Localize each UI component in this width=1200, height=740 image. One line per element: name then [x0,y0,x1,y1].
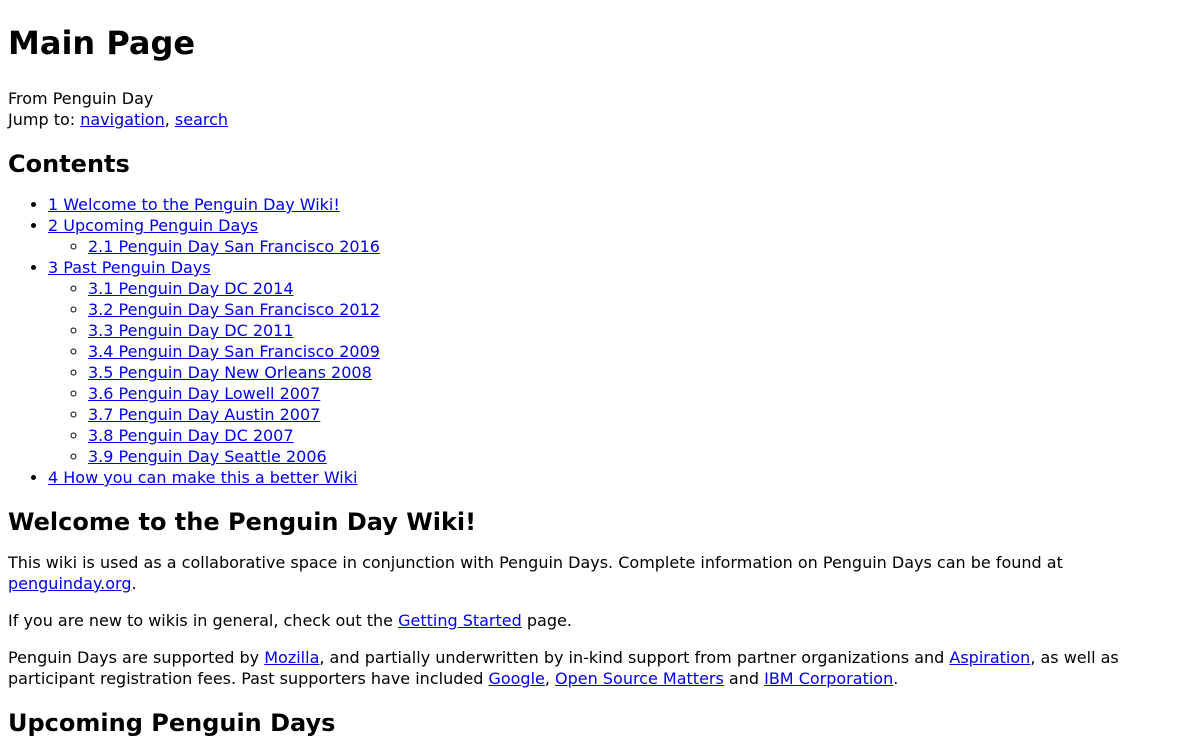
jump-search-link[interactable]: search [175,110,228,129]
welcome-p3-b: , and partially underwritten by in-kind … [319,648,950,667]
toc-link-austin-2007[interactable]: 3.7 Penguin Day Austin 2007 [88,405,320,424]
toc-link-no-2008[interactable]: 3.5 Penguin Day New Orleans 2008 [88,363,372,382]
toc-link-lowell-2007[interactable]: 3.6 Penguin Day Lowell 2007 [88,384,320,403]
toc-subitem: 3.8 Penguin Day DC 2007 [88,425,1192,446]
toc-subitem: 3.9 Penguin Day Seattle 2006 [88,446,1192,467]
jump-navigation-link[interactable]: navigation [80,110,164,129]
upcoming-heading: Upcoming Penguin Days [8,709,336,737]
toc-subitem: 2.1 Penguin Day San Francisco 2016 [88,236,1192,257]
toc-sublist: 2.1 Penguin Day San Francisco 2016 [48,236,1192,257]
welcome-p3-a: Penguin Days are supported by [8,648,265,667]
jump-links: Jump to: navigation, search [8,109,1192,130]
welcome-p1-end: . [131,574,137,593]
welcome-paragraph-2: If you are new to wikis in general, chec… [8,610,1192,631]
toc-link-sf-2009[interactable]: 3.4 Penguin Day San Francisco 2009 [88,342,380,361]
toc-subitem: 3.7 Penguin Day Austin 2007 [88,404,1192,425]
toc-subitem: 3.1 Penguin Day DC 2014 [88,278,1192,299]
toc-item: 4 How you can make this a better Wiki [48,467,1192,488]
open-source-matters-link[interactable]: Open Source Matters [555,669,724,688]
toc-link-welcome[interactable]: 1 Welcome to the Penguin Day Wiki! [48,195,340,214]
toc-item: 3 Past Penguin Days 3.1 Penguin Day DC 2… [48,257,1192,467]
toc-link-dc-2014[interactable]: 3.1 Penguin Day DC 2014 [88,279,294,298]
jump-label: Jump to: [8,110,76,129]
toc-item: 2 Upcoming Penguin Days 2.1 Penguin Day … [48,215,1192,257]
welcome-p2-end: page. [521,611,572,630]
page-title: Main Page [8,24,196,62]
welcome-p3-e: and [723,669,765,688]
toc-link-dc-2007[interactable]: 3.8 Penguin Day DC 2007 [88,426,294,445]
toc-subitem: 3.3 Penguin Day DC 2011 [88,320,1192,341]
wiki-page: Main Page From Penguin Day Jump to: navi… [0,24,1200,737]
mozilla-link[interactable]: Mozilla [264,648,319,667]
google-link[interactable]: Google [488,669,544,688]
welcome-p2-text: If you are new to wikis in general, chec… [8,611,399,630]
toc-link-past[interactable]: 3 Past Penguin Days [48,258,211,277]
toc-heading: Contents [8,150,130,178]
jump-separator: , [164,110,170,129]
toc-link-dc-2011[interactable]: 3.3 Penguin Day DC 2011 [88,321,294,340]
welcome-p1-text: This wiki is used as a collaborative spa… [8,553,1063,572]
toc-link-sf-2016[interactable]: 2.1 Penguin Day San Francisco 2016 [88,237,380,256]
welcome-paragraph-1: This wiki is used as a collaborative spa… [8,552,1192,594]
ibm-corporation-link[interactable]: IBM Corporation [764,669,893,688]
toc-link-better-wiki[interactable]: 4 How you can make this a better Wiki [48,468,357,487]
welcome-heading: Welcome to the Penguin Day Wiki! [8,508,477,536]
welcome-p3-f: . [893,669,899,688]
site-tagline: From Penguin Day [8,89,154,108]
toc-item: 1 Welcome to the Penguin Day Wiki! [48,194,1192,215]
toc-link-sf-2012[interactable]: 3.2 Penguin Day San Francisco 2012 [88,300,380,319]
toc-subitem: 3.6 Penguin Day Lowell 2007 [88,383,1192,404]
toc-subitem: 3.5 Penguin Day New Orleans 2008 [88,362,1192,383]
toc-sublist: 3.1 Penguin Day DC 2014 3.2 Penguin Day … [48,278,1192,467]
penguinday-org-link[interactable]: penguinday.org [8,574,132,593]
toc-subitem: 3.4 Penguin Day San Francisco 2009 [88,341,1192,362]
toc-subitem: 3.2 Penguin Day San Francisco 2012 [88,299,1192,320]
toc-list: 1 Welcome to the Penguin Day Wiki! 2 Upc… [8,194,1192,488]
toc-link-upcoming[interactable]: 2 Upcoming Penguin Days [48,216,258,235]
welcome-p3-d: , [544,669,556,688]
toc-link-seattle-2006[interactable]: 3.9 Penguin Day Seattle 2006 [88,447,327,466]
getting-started-link[interactable]: Getting Started [398,611,522,630]
aspiration-link[interactable]: Aspiration [949,648,1030,667]
welcome-paragraph-3: Penguin Days are supported by Mozilla, a… [8,647,1192,689]
